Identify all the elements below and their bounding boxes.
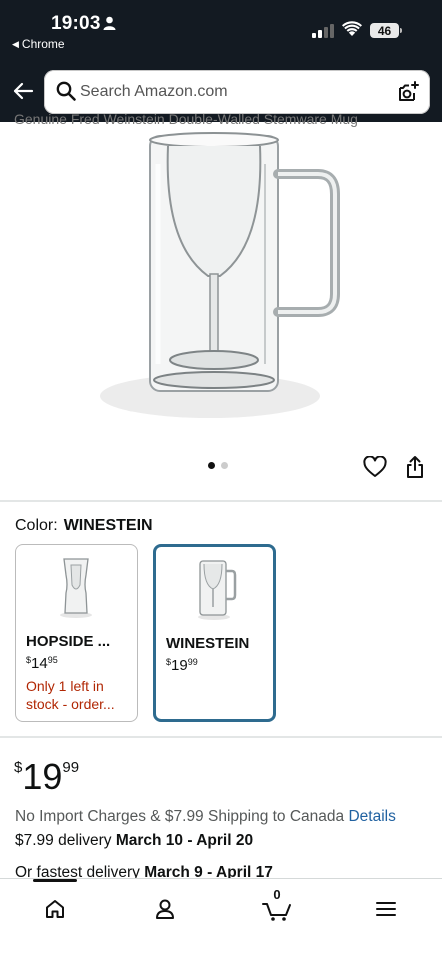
fastest-delivery-info: Or fastest delivery March 9 - April 17 [15,864,273,878]
section-divider [0,500,442,502]
share-icon[interactable] [405,455,425,479]
swatch-price-cents: 99 [187,657,198,667]
swatch-price-whole: 14 [31,655,48,672]
active-tab-indicator [33,879,77,882]
camera-lens-icon[interactable] [396,80,420,104]
battery-indicator: 46 [370,23,399,38]
swatch-price-cents: 95 [47,655,58,665]
swatch-price: $1495 [26,655,58,672]
swatch-name: HOPSIDE ... [26,633,111,650]
nav-account[interactable] [145,889,185,929]
nav-home[interactable] [35,889,75,929]
swatch-price: $1999 [166,657,198,674]
delivery-info: $7.99 delivery March 10 - April 20 [15,832,253,850]
carousel-dot-1[interactable] [208,462,215,469]
cart-count: 0 [273,887,281,902]
swatch-winestein[interactable]: WINESTEIN $1999 [153,544,276,722]
nav-cart[interactable]: 0 [257,887,297,929]
color-label: Color: [15,517,58,534]
fastest-prefix: Or fastest delivery [15,864,140,878]
back-app-label: Chrome [21,37,65,51]
product-image[interactable] [60,124,380,434]
wifi-icon [342,21,362,36]
battery-nub [400,28,402,33]
back-to-app[interactable]: ◀ Chrome [12,37,65,51]
swatch-name: WINESTEIN [166,635,250,652]
image-carousel-dots[interactable] [208,462,228,469]
cell-signal-icon [312,24,334,38]
search-icon [56,81,76,101]
bottom-navigation: 0 [0,878,442,960]
back-triangle-icon: ◀ [12,38,19,49]
color-value: WINESTEIN [63,517,153,534]
heart-icon[interactable] [363,456,387,478]
delivery-dates: March 10 - April 20 [115,832,254,849]
shipping-info: No Import Charges & $7.99 Shipping to Ca… [15,808,396,826]
swatch-price-whole: 19 [171,657,188,674]
screen: 19:03 ◀ Chrome 46 Search Amazon.com Genu… [0,0,442,960]
search-bar[interactable] [44,70,430,114]
hopside-thumbnail [60,558,92,618]
delivery-prefix: $7.99 delivery [15,832,112,849]
nav-menu[interactable] [366,889,406,929]
carousel-dot-2[interactable] [221,462,228,469]
price-whole: 19 [22,756,63,797]
swatch-stock-status: Only 1 left in stock - order... [26,678,115,712]
shipping-text: No Import Charges & $7.99 Shipping to Ca… [15,808,345,825]
section-divider [0,736,442,738]
home-icon [46,900,64,918]
back-arrow-icon[interactable] [12,80,34,102]
fastest-dates: March 9 - April 17 [144,864,273,878]
winestein-thumbnail [198,560,237,620]
hamburger-menu-icon [376,902,396,916]
search-input[interactable] [80,78,380,106]
account-icon [156,899,174,919]
price-cents: 99 [62,759,80,776]
status-time: 19:03 [51,13,101,34]
color-selection-label: Color: WINESTEIN [15,517,153,535]
product-price: $1999 [14,756,79,798]
person-icon [103,16,116,30]
app-header: 19:03 ◀ Chrome 46 [0,0,442,122]
swatch-hopside[interactable]: HOPSIDE ... $1495 Only 1 left in stock -… [15,544,138,722]
shipping-details-link[interactable]: Details [348,808,395,825]
